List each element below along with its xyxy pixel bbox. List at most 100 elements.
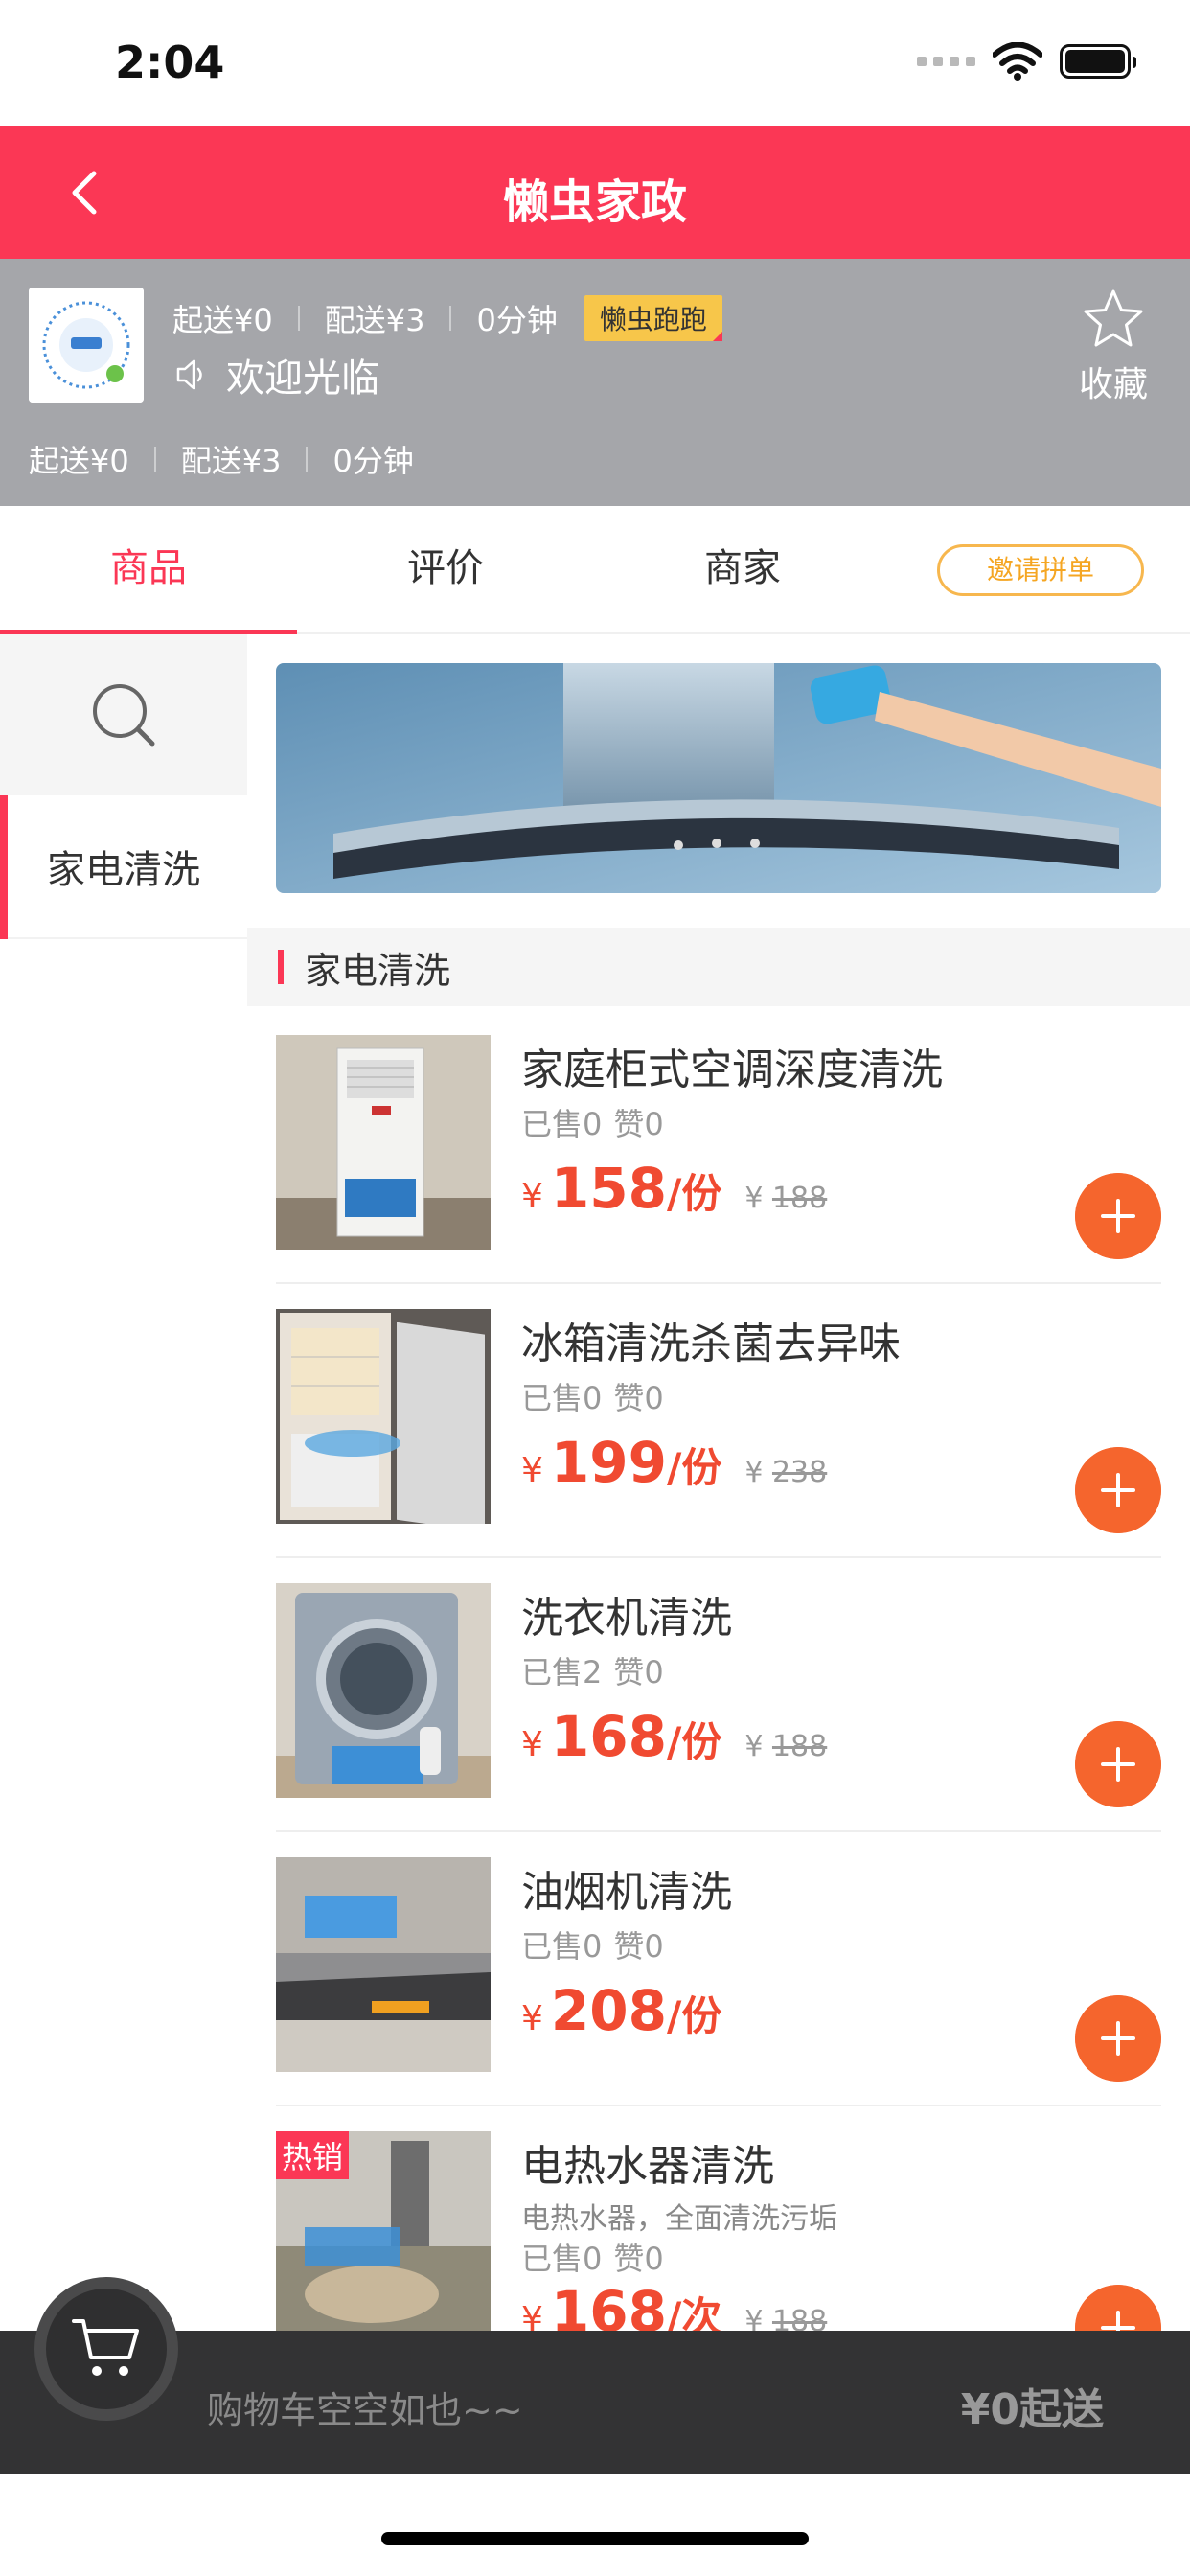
price: 168 [550,1704,667,1769]
product-stats: 已售2 赞0 [521,1648,664,1692]
product-stats: 已售0 赞0 [521,1922,664,1966]
price-unit: /份 [666,1718,722,1765]
product-name: 家庭柜式空调深度清洗 [521,1046,943,1094]
category-sidebar: 家电清洗 [0,634,247,2331]
min-order-text: 起送¥0 [29,443,129,479]
currency-symbol: ¥ [521,1177,543,1216]
page-title: 懒虫家政 [502,175,687,229]
tab-bar: 商品 评价 商家 邀请拼单 [0,506,1190,634]
sold-count: 已售0 [521,1380,603,1416]
price: 199 [550,1430,667,1495]
product-image[interactable] [276,1857,491,2072]
speaker-icon [176,359,202,390]
currency-symbol: ¥ [521,2300,543,2331]
tab-reviews[interactable]: 评价 [297,506,594,634]
add-to-cart-button[interactable] [1075,1447,1161,1533]
sidebar-item-appliance-cleaning[interactable]: 家电清洗 [0,795,247,939]
category-title: 家电清洗 [305,949,451,992]
shop-info-line-2: 起送¥0 配送¥3 0分钟 [29,437,414,481]
product-item[interactable]: 热销 电热水器清洗 电热水器，全面清洗污垢 已售0 赞0 ¥ 168 /次 ¥ 1… [276,2106,1161,2331]
invite-group-order-button[interactable]: 邀请拼单 [937,544,1144,596]
product-image[interactable] [276,1583,491,1798]
welcome-text: 欢迎光临 [226,356,379,401]
sold-count: 已售0 [521,1928,603,1965]
min-order-text: 起送¥0 [172,302,273,338]
product-stats: 已售0 赞0 [521,2235,664,2279]
range-hood-banner-image [276,663,1161,893]
like-count: 赞0 [613,1380,664,1416]
add-to-cart-button[interactable] [1075,1721,1161,1807]
product-image[interactable] [276,1309,491,1524]
delivery-tag: 懒虫跑跑 [584,295,722,341]
add-to-cart-button[interactable] [1075,1995,1161,2082]
hot-sale-badge: 热销 [276,2131,350,2179]
delivery-time-text: 0分钟 [476,302,558,338]
like-count: 赞0 [613,1928,664,1965]
search-icon [93,684,155,747]
price-unit: /次 [666,2293,722,2331]
product-name: 洗衣机清洗 [521,1594,732,1643]
sold-count: 已售2 [521,1654,603,1690]
shop-header: 起送¥0 配送¥3 0分钟 懒虫跑跑 欢迎光临 起送¥0 配送¥3 0分钟 收藏 [0,259,1190,506]
star-icon [1084,289,1143,347]
category-header: 家电清洗 [247,928,1190,1006]
price-row: ¥ 168 /次 ¥ 188 [521,2279,827,2331]
price-unit: /份 [666,1170,722,1217]
sidebar-item-label: 家电清洗 [47,848,200,892]
delivery-fee-text: 配送¥3 [324,302,425,338]
original-price: ¥ 238 [744,1456,828,1489]
currency-symbol: ¥ [521,1451,543,1490]
home-indicator[interactable] [381,2532,809,2545]
add-to-cart-button[interactable] [1075,2285,1161,2331]
favorite-label: 收藏 [1078,365,1148,404]
price-unit: /份 [666,1444,722,1491]
add-to-cart-button[interactable] [1075,1173,1161,1259]
promo-banner[interactable] [276,663,1161,893]
product-item[interactable]: 洗衣机清洗 已售2 赞0 ¥ 168 /份 ¥ 188 [276,1558,1161,1832]
tab-products[interactable]: 商品 [0,506,297,634]
product-item[interactable]: 油烟机清洗 已售0 赞0 ¥ 208 /份 [276,1832,1161,2106]
active-indicator [0,795,8,939]
currency-symbol: ¥ [521,1725,543,1764]
wifi-icon [993,42,1042,80]
cart-button[interactable] [34,2277,178,2421]
product-stats: 已售0 赞0 [521,1100,664,1144]
sold-count: 已售0 [521,1106,603,1142]
status-icons [917,42,1136,80]
price-unit: /份 [666,1992,722,2039]
price-row: ¥ 208 /份 [521,1978,721,2043]
like-count: 赞0 [613,2241,664,2277]
sold-count: 已售0 [521,2241,603,2277]
product-image[interactable] [276,1035,491,1250]
price: 208 [550,1978,667,2043]
shop-logo [29,288,144,402]
price-row: ¥ 199 /份 ¥ 238 [521,1430,827,1495]
sidebar-search[interactable] [0,634,247,795]
product-item[interactable]: 冰箱清洗杀菌去异味 已售0 赞0 ¥ 199 /份 ¥ 238 [276,1284,1161,1558]
cart-empty-text: 购物车空空如也~~ [207,2389,523,2431]
product-stats: 已售0 赞0 [521,1374,664,1418]
favorite-button[interactable]: 收藏 [1065,288,1161,406]
price-row: ¥ 168 /份 ¥ 188 [521,1704,827,1769]
status-bar: 2:04 [0,0,1190,126]
original-price: ¥ 188 [744,1182,828,1215]
shop-info-line: 起送¥0 配送¥3 0分钟 懒虫跑跑 [172,295,722,341]
cart-icon [72,2319,139,2376]
price-row: ¥ 158 /份 ¥ 188 [521,1156,827,1221]
like-count: 赞0 [613,1654,664,1690]
min-order-button[interactable]: ¥0起送 [961,2375,1104,2436]
product-list-pane[interactable]: 家电清洗 家庭柜式空调深度清洗 已售0 赞0 ¥ 158 /份 ¥ 188 冰箱… [247,634,1190,2331]
product-image[interactable]: 热销 [276,2131,491,2331]
product-item[interactable]: 家庭柜式空调深度清洗 已售0 赞0 ¥ 158 /份 ¥ 188 [276,1010,1161,1284]
product-name: 电热水器清洗 [521,2142,774,2191]
like-count: 赞0 [613,1106,664,1142]
product-name: 冰箱清洗杀菌去异味 [521,1320,901,1368]
price: 168 [550,2279,667,2331]
category-marker [278,950,284,984]
delivery-time-text: 0分钟 [332,443,414,479]
tab-merchant[interactable]: 商家 [594,506,891,634]
currency-symbol: ¥ [521,1999,543,2038]
status-time: 2:04 [115,36,225,88]
price: 158 [550,1156,667,1221]
original-price: ¥ 188 [744,2305,828,2331]
